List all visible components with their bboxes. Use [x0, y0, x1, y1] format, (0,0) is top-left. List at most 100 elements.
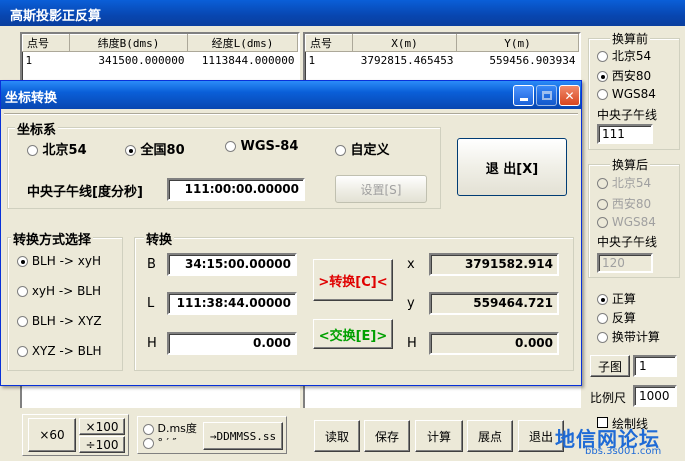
read-button[interactable]: 读取	[314, 420, 360, 452]
set-button[interactable]: 设置[S]	[335, 175, 427, 203]
cell-y[interactable]: 559456.903934	[457, 52, 579, 69]
after-cm-input[interactable]: 120	[597, 253, 653, 273]
table-row[interactable]: 1 341500.000000 1113844.000000	[23, 52, 298, 69]
radio-icon[interactable]	[597, 332, 608, 343]
subgraph-button[interactable]: 子图	[590, 355, 630, 377]
central-meridian-input[interactable]: 111:00:00.00000	[167, 178, 305, 201]
radio-icon[interactable]	[17, 256, 28, 267]
radio-icon[interactable]	[17, 316, 28, 327]
mode-forward[interactable]: 正算	[597, 290, 636, 307]
radio-icon[interactable]	[597, 313, 608, 324]
radio-icon[interactable]	[125, 145, 136, 156]
scale-input[interactable]: 1000	[633, 385, 677, 407]
method-blh-to-xyz[interactable]: BLH -> XYZ	[17, 314, 102, 328]
h-output[interactable]: 0.000	[429, 332, 559, 355]
radio-icon[interactable]	[597, 71, 608, 82]
radio-icon[interactable]	[597, 217, 608, 228]
subgraph-input[interactable]: 1	[633, 355, 677, 377]
swap-button[interactable]: <交换[E]>	[313, 319, 393, 349]
close-icon[interactable]: ✕	[559, 85, 580, 106]
option-label: 正算	[611, 292, 636, 306]
mode-inverse[interactable]: 反算	[597, 309, 636, 326]
option-label: BLH -> xyH	[31, 254, 102, 268]
radio-icon[interactable]	[335, 145, 346, 156]
radio-icon[interactable]	[143, 423, 154, 435]
dialog-exit-button[interactable]: 退 出[X]	[457, 138, 567, 196]
coord-option-beijing54[interactable]: 北京54	[27, 139, 87, 158]
method-xyz-to-blh[interactable]: XYZ -> BLH	[17, 344, 102, 358]
radio-icon[interactable]	[143, 437, 154, 449]
maximize-icon[interactable]	[536, 85, 557, 106]
dialog-titlebar: 坐标转换	[1, 81, 581, 109]
option-label: 自定义	[350, 143, 390, 158]
output-table[interactable]: 点号 X(m) Y(m) 1 3792815.465453 559456.903…	[303, 32, 581, 87]
x-label: x	[407, 257, 415, 272]
radio-icon[interactable]	[27, 145, 38, 156]
minimize-icon[interactable]	[513, 85, 534, 106]
cell-lat[interactable]: 341500.000000	[70, 52, 188, 69]
x-output[interactable]: 3791582.914	[429, 253, 559, 276]
col-header-id[interactable]: 点号	[22, 34, 70, 52]
after-option-wgs84[interactable]: WGS84	[597, 215, 656, 229]
method-xyh-to-blh[interactable]: xyH -> BLH	[17, 284, 101, 298]
after-option-beijing54[interactable]: 北京54	[597, 174, 651, 191]
radio-icon[interactable]	[225, 141, 236, 152]
option-label: BLH -> XYZ	[31, 314, 102, 328]
cell-x[interactable]: 3792815.465453	[353, 52, 457, 69]
format-symbol-option[interactable]: ° ′ ″	[143, 436, 177, 449]
col-header-id[interactable]: 点号	[305, 34, 353, 52]
before-option-wgs84[interactable]: WGS84	[597, 87, 656, 101]
convert-label: 转换	[144, 229, 175, 248]
radio-icon[interactable]	[597, 89, 608, 100]
to-ddmmss-button[interactable]: →DDMMSS.ss	[203, 422, 283, 450]
divide-100-button[interactable]: ÷100	[79, 436, 125, 453]
coord-option-custom[interactable]: 自定义	[335, 139, 390, 158]
col-header-x[interactable]: X(m)	[352, 34, 457, 52]
option-label: 北京54	[42, 143, 87, 158]
method-blh-to-xyh[interactable]: BLH -> xyH	[17, 254, 101, 268]
format-dms-option[interactable]: D.ms度	[143, 420, 197, 436]
times-100-button[interactable]: ×100	[79, 418, 125, 435]
col-header-lon[interactable]: 经度L(dms)	[187, 34, 298, 52]
outer-window-title: 高斯投影正反算	[10, 9, 102, 24]
output-table-bottom	[303, 386, 581, 408]
radio-icon[interactable]	[597, 51, 608, 62]
coord-transform-dialog: 坐标转换 ✕ 坐标系 北京54 全国80 WGS-84 自定义 中央子午线[度分…	[0, 80, 582, 386]
radio-icon[interactable]	[17, 286, 28, 297]
save-button[interactable]: 保存	[364, 420, 410, 452]
option-label: XYZ -> BLH	[31, 344, 102, 358]
table-row[interactable]: 1 3792815.465453 559456.903934	[306, 52, 579, 69]
coord-option-national80[interactable]: 全国80	[125, 139, 185, 158]
radio-icon[interactable]	[17, 346, 28, 357]
option-label: 北京54	[611, 176, 652, 190]
y-label: y	[407, 296, 415, 311]
before-option-beijing54[interactable]: 北京54	[597, 47, 651, 64]
h-input[interactable]: 0.000	[167, 332, 297, 355]
b-input[interactable]: 34:15:00.00000	[167, 253, 297, 276]
l-input[interactable]: 111:38:44.00000	[167, 292, 297, 315]
before-cm-input[interactable]: 111	[597, 124, 653, 144]
coord-option-wgs84[interactable]: WGS-84	[225, 139, 298, 154]
times-60-button[interactable]: ×60	[28, 418, 76, 452]
input-table[interactable]: 点号 纬度B(dms) 经度L(dms) 1 341500.000000 111…	[20, 32, 300, 87]
l-label: L	[147, 296, 155, 311]
radio-icon[interactable]	[597, 178, 608, 189]
calculate-button[interactable]: 计算	[415, 420, 463, 452]
plot-points-button[interactable]: 展点	[467, 420, 513, 452]
cell-id[interactable]: 1	[23, 52, 70, 69]
cell-lon[interactable]: 1113844.000000	[188, 52, 298, 69]
y-output[interactable]: 559464.721	[429, 292, 559, 315]
option-label: 反算	[611, 311, 636, 325]
dialog-title: 坐标转换	[5, 91, 58, 106]
after-option-xian80[interactable]: 西安80	[597, 195, 651, 212]
cell-id[interactable]: 1	[306, 52, 353, 69]
radio-icon[interactable]	[597, 199, 608, 210]
col-header-lat[interactable]: 纬度B(dms)	[69, 34, 188, 52]
scale-label: 比例尺	[590, 391, 627, 405]
col-header-y[interactable]: Y(m)	[456, 34, 579, 52]
radio-icon[interactable]	[597, 294, 608, 305]
outer-window-titlebar: 高斯投影正反算	[0, 0, 685, 26]
before-option-xian80[interactable]: 西安80	[597, 67, 651, 84]
convert-button[interactable]: >转换[C]<	[313, 259, 393, 301]
mode-zone-change[interactable]: 换带计算	[597, 328, 660, 345]
